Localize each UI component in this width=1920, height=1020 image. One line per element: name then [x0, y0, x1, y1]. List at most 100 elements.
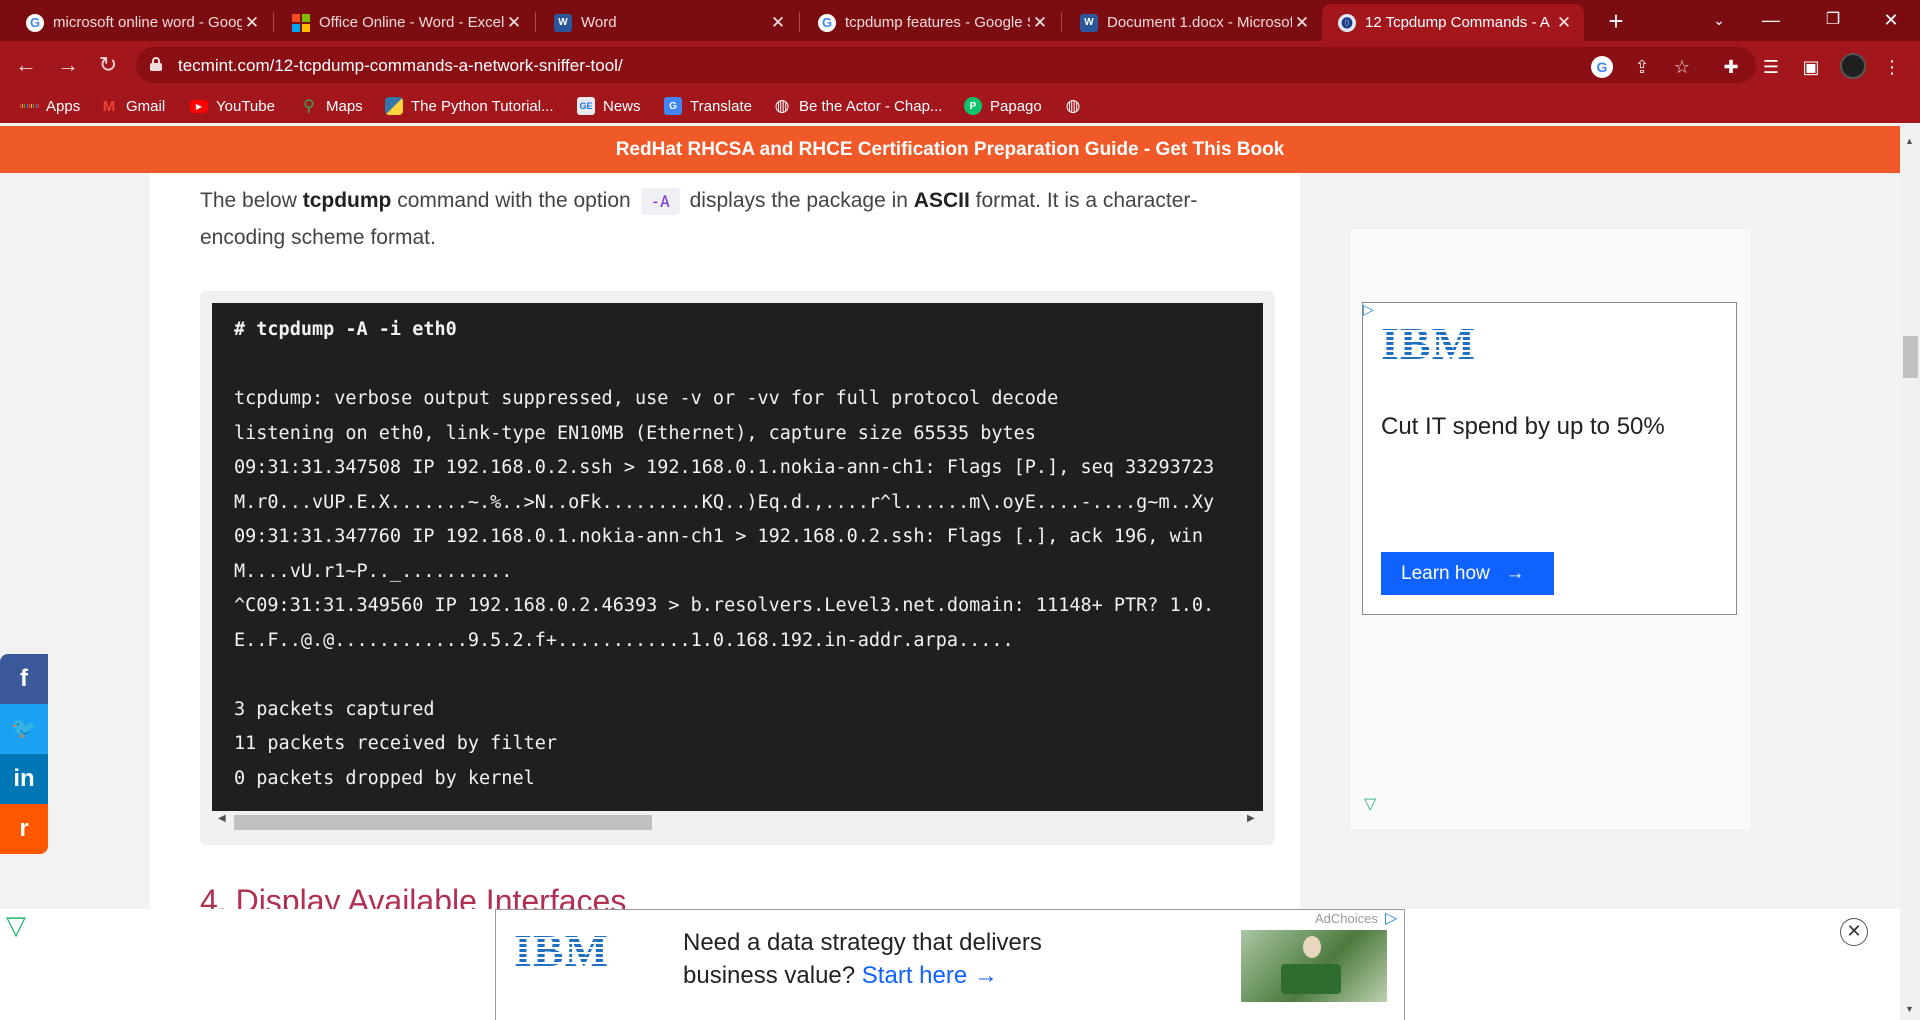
code-line: M.r0...vUP.E.X.......~.%..>N..oFk.......… — [234, 492, 1215, 513]
tab-tcpdump-commands[interactable]: ⓿ 12 Tcpdump Commands - A ✕ — [1322, 4, 1584, 41]
code-horizontal-scrollbar[interactable]: ◀ ▶ — [212, 811, 1263, 831]
reading-list-icon[interactable]: ☰ — [1759, 55, 1783, 79]
globe-icon: ◍ — [774, 96, 790, 115]
back-icon[interactable]: ← — [10, 49, 42, 81]
word-icon: W — [554, 13, 572, 32]
facebook-share-button[interactable]: f — [0, 654, 48, 704]
scroll-up-icon[interactable]: ▲ — [1905, 136, 1914, 146]
code-line: 09:31:31.347760 IP 192.168.0.1.nokia-ann… — [234, 526, 1204, 547]
tab-word[interactable]: W Word ✕ — [538, 4, 798, 41]
close-ad-icon[interactable]: ✕ — [1840, 918, 1868, 946]
greenhouse-photo — [1241, 930, 1387, 1002]
scrollbar-thumb[interactable] — [234, 815, 652, 830]
code-line: listening on eth0, link-type EN10MB (Eth… — [234, 423, 1036, 444]
tab-tcpdump-features[interactable]: G tcpdump features - Google Search ✕ — [802, 4, 1060, 41]
close-tab-icon[interactable]: ✕ — [768, 13, 788, 33]
sidebar-ad[interactable]: ▷ IBM Cut IT spend by up to 50% Learn ho… — [1362, 301, 1737, 615]
bookmarks-bar: Apps M Gmail ▶ YouTube ⚲ Maps The Python… — [0, 89, 1920, 123]
translate-icon: G — [664, 97, 682, 115]
close-tab-icon[interactable]: ✕ — [504, 13, 524, 33]
microsoft-icon — [292, 13, 310, 32]
tab-strip: G microsoft online word - Google Search … — [0, 0, 1920, 41]
code-block: # tcpdump -A -i eth0 tcpdump: verbose ou… — [200, 291, 1275, 845]
side-panel-icon[interactable]: ▣ — [1799, 55, 1823, 79]
code-line: E..F..@.@............9.5.2.f+...........… — [234, 630, 1014, 651]
reload-icon[interactable]: ↻ — [92, 49, 124, 81]
avatar[interactable] — [1840, 53, 1866, 79]
reddit-share-button[interactable]: r — [0, 804, 48, 854]
restore-icon[interactable]: ❐ — [1804, 0, 1862, 41]
code-line: 0 packets dropped by kernel — [234, 768, 535, 789]
scroll-left-icon[interactable]: ◀ — [218, 813, 226, 824]
bookmark-translate[interactable]: G Translate — [664, 95, 752, 117]
adchoices-label[interactable]: AdChoices — [1315, 911, 1378, 926]
scroll-down-icon[interactable]: ▼ — [1905, 1004, 1914, 1014]
learn-how-button[interactable]: Learn how → — [1381, 552, 1554, 595]
word-icon: W — [1080, 13, 1098, 32]
start-here-link[interactable]: Start here → — [862, 962, 998, 989]
address-bar[interactable]: tecmint.com/12-tcpdump-commands-a-networ… — [136, 47, 1756, 83]
bookmark-python-tutorial[interactable]: The Python Tutorial... — [385, 95, 554, 117]
tab-office-online[interactable]: Office Online - Word - Excel ✕ — [276, 4, 534, 41]
scroll-right-icon[interactable]: ▶ — [1247, 813, 1255, 824]
code-line: M....vU.r1~P.._.......... — [234, 561, 513, 582]
code-line: 3 packets captured — [234, 699, 435, 720]
ad-message: Need a data strategy that delivers busin… — [683, 929, 1042, 989]
menu-icon[interactable]: ⋮ — [1880, 55, 1904, 79]
google-lens-icon[interactable]: G — [1591, 56, 1613, 78]
ibm-logo: IBM — [514, 925, 609, 976]
close-window-icon[interactable]: ✕ — [1862, 0, 1920, 41]
code-line: 09:31:31.347508 IP 192.168.0.2.ssh > 192… — [234, 457, 1215, 478]
adchoices-icon[interactable]: ▷ — [1385, 908, 1397, 928]
bookmark-be-the-actor[interactable]: ◍ Be the Actor - Chap... — [773, 95, 943, 117]
bookmark-news[interactable]: GE News — [577, 95, 641, 117]
code-content[interactable]: # tcpdump -A -i eth0 tcpdump: verbose ou… — [212, 303, 1263, 811]
adchoices-icon[interactable]: ▷ — [1363, 301, 1374, 318]
url-text[interactable]: tecmint.com/12-tcpdump-commands-a-networ… — [178, 56, 623, 76]
bottom-ad[interactable]: IBM Need a data strategy that delivers b… — [495, 909, 1405, 1020]
bookmark-globe[interactable]: ◍ — [1064, 95, 1090, 117]
freestar-icon: ▽ — [1364, 796, 1377, 813]
gmail-icon: M — [102, 97, 116, 115]
promo-banner[interactable]: RedHat RHCSA and RHCE Certification Prep… — [0, 126, 1900, 173]
bookmark-star-icon[interactable]: ☆ — [1671, 56, 1693, 78]
youtube-icon: ▶ — [190, 99, 208, 113]
tecmint-icon: ⓿ — [1338, 13, 1356, 32]
close-tab-icon[interactable]: ✕ — [1030, 13, 1050, 33]
forward-icon[interactable]: → — [52, 49, 84, 81]
python-icon — [385, 97, 403, 115]
bookmark-maps[interactable]: ⚲ Maps — [300, 95, 363, 117]
papago-icon: P — [964, 97, 982, 115]
bookmark-youtube[interactable]: ▶ YouTube — [190, 95, 275, 117]
close-tab-icon[interactable]: ✕ — [1292, 13, 1312, 33]
share-icon[interactable]: ⇪ — [1631, 56, 1653, 78]
code-line: 11 packets received by filter — [234, 733, 558, 754]
bookmark-apps[interactable]: Apps — [20, 95, 80, 117]
code-line: ^C09:31:31.349560 IP 192.168.0.2.46393 >… — [234, 595, 1215, 616]
bookmark-gmail[interactable]: M Gmail — [100, 95, 165, 117]
page-vertical-scrollbar[interactable]: ▲ ▼ — [1900, 126, 1920, 1020]
google-icon: G — [818, 13, 836, 32]
tab-document-docx[interactable]: W Document 1.docx - Microsoft Word ✕ — [1064, 4, 1322, 41]
globe-icon: ◍ — [1065, 96, 1081, 115]
maps-icon: ⚲ — [303, 98, 315, 115]
scrollbar-thumb[interactable] — [1903, 336, 1918, 378]
tab-search-chevron-icon[interactable]: ⌄ — [1690, 0, 1748, 41]
minimize-icon[interactable]: — — [1742, 0, 1800, 41]
freestar-icon[interactable]: ▽ — [6, 910, 26, 941]
close-tab-icon[interactable]: ✕ — [1554, 13, 1574, 33]
code-line: # tcpdump -A -i eth0 — [234, 319, 457, 340]
article-paragraph: The below tcpdump command with the optio… — [200, 188, 1198, 249]
apps-grid-icon — [20, 97, 38, 115]
linkedin-share-button[interactable]: in — [0, 754, 48, 804]
lock-icon[interactable] — [150, 57, 162, 71]
ibm-logo: IBM — [1381, 318, 1476, 369]
bookmark-papago[interactable]: P Papago — [964, 95, 1042, 117]
code-line: tcpdump: verbose output suppressed, use … — [234, 388, 1059, 409]
google-icon: G — [26, 13, 44, 32]
close-tab-icon[interactable]: ✕ — [242, 13, 262, 33]
twitter-share-button[interactable]: 🐦 — [0, 704, 48, 754]
tab-google-search-word[interactable]: G microsoft online word - Google Search … — [10, 4, 272, 41]
extensions-icon[interactable]: ✚ — [1719, 55, 1743, 79]
new-tab-button[interactable]: + — [1600, 6, 1632, 38]
